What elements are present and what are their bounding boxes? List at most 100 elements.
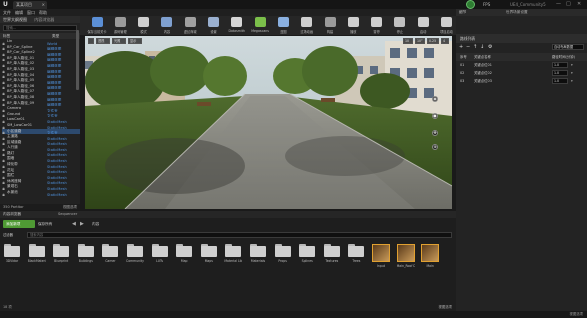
viewport-camera-icon[interactable]: ● <box>432 113 438 119</box>
move-up-icon[interactable]: ↑ <box>473 44 477 50</box>
route-section-header[interactable]: 路线列表 <box>456 34 587 43</box>
asset-folder[interactable]: 3DVidar <box>3 244 21 263</box>
asset-folder[interactable]: LUTs <box>151 244 169 263</box>
back-icon[interactable]: ◀ <box>72 220 76 228</box>
asset-label: LUTs <box>156 259 163 263</box>
asset-folder[interactable]: Community <box>126 244 144 263</box>
route-dropdown-icon[interactable]: ▾ <box>571 61 573 69</box>
viewport-zoom-icon[interactable]: ⊕ <box>432 144 438 150</box>
record-indicator-icon[interactable] <box>466 0 475 9</box>
camera-speed-button[interactable]: 4 <box>441 38 449 44</box>
menu-edit[interactable]: 编辑 <box>15 9 23 16</box>
asset-texture[interactable]: Main <box>421 244 440 268</box>
auto-layout-dropdown[interactable]: 自动布局数据 <box>552 44 584 50</box>
title-bar <box>0 0 587 9</box>
asset-folder[interactable]: Splines <box>298 244 316 263</box>
add-route-icon[interactable]: + <box>459 44 463 50</box>
forward-icon[interactable]: ▶ <box>80 220 84 228</box>
asset-folder[interactable]: Blueprint <box>52 244 70 263</box>
route-duration-input[interactable]: 1.0 <box>552 62 568 68</box>
route-dropdown-icon[interactable]: ▾ <box>571 77 573 85</box>
save-all-button[interactable]: 保存所有 <box>38 220 68 228</box>
toolbar-button-label: 源码管理 <box>113 30 127 34</box>
grid-snap-button[interactable]: 10 <box>403 38 413 44</box>
viewport-pan-icon[interactable]: ✥ <box>432 130 438 136</box>
outliner-scrollbar[interactable] <box>76 30 79 90</box>
outliner-search-input[interactable]: 搜索... <box>3 25 77 31</box>
remove-route-icon[interactable]: − <box>466 44 470 50</box>
route-dropdown-icon[interactable]: ▾ <box>571 69 573 77</box>
menu-window[interactable]: 窗口 <box>27 9 35 16</box>
toolbar-button-datasmith[interactable]: Datasmith <box>224 17 250 35</box>
add-new-button[interactable]: 添加新项 <box>3 220 35 228</box>
filters-button[interactable]: 过滤器 <box>3 232 25 238</box>
lit-mode-button[interactable]: 光照 <box>112 38 126 44</box>
asset-folder[interactable]: Map <box>175 244 193 263</box>
asset-folder[interactable]: Materials <box>249 244 267 263</box>
content-view-options[interactable]: 视图选项 <box>438 304 452 309</box>
rotation-snap-button[interactable]: 10° <box>415 38 425 44</box>
outliner-row[interactable]: ◉水景池StaticMesh <box>2 190 80 196</box>
toolbar-button-modes[interactable]: 模式 <box>131 17 157 35</box>
outliner-col-type[interactable]: 类型 <box>52 33 59 39</box>
content-search-input[interactable]: 搜索内容 <box>27 232 452 238</box>
toolbar-button-source-control[interactable]: 源码管理 <box>107 17 133 35</box>
toolbar-button-content[interactable]: 内容 <box>154 17 180 35</box>
asset-folder[interactable]: Props <box>274 244 292 263</box>
status-view-options[interactable]: 视图选项 <box>569 311 583 318</box>
tab-world-outliner[interactable]: 世界大纲视图 <box>3 17 27 22</box>
build-icon <box>324 17 336 27</box>
asset-folder[interactable]: Material Library <box>224 244 242 263</box>
asset-folder[interactable]: Trees <box>347 244 365 263</box>
toolbar-button-launch[interactable]: 启动 <box>410 17 436 35</box>
minimize-button[interactable]: — <box>556 1 561 8</box>
asset-texture[interactable]: Input <box>372 244 390 268</box>
tab-world-settings[interactable]: 世界场景设置 <box>506 9 528 16</box>
tab-content-browser-small[interactable]: 内容浏览器 <box>34 17 54 22</box>
tab-sequencer[interactable]: Sequencer <box>58 211 77 218</box>
toolbar-button-settings[interactable]: 设置 <box>201 17 227 35</box>
perspective-button[interactable]: 透视 <box>96 38 110 44</box>
asset-texture[interactable]: Main_Roof Data <box>396 244 415 268</box>
settings-icon[interactable]: ⚙ <box>488 44 492 50</box>
maximize-button[interactable]: □ <box>566 1 571 8</box>
content-toolbar: 添加新项 保存所有 ◀ ▶ 内容 <box>0 218 456 229</box>
folder-icon <box>348 244 365 257</box>
add-new-label: 添加新项 <box>6 222 21 226</box>
toolbar-button-build[interactable]: 构建 <box>317 17 343 35</box>
toolbar-button-play[interactable]: 播放 <box>340 17 366 35</box>
viewport-options-button[interactable] <box>88 38 94 44</box>
asset-folder[interactable]: Camer <box>101 244 119 263</box>
path-root[interactable]: 内容 <box>92 220 99 228</box>
toolbar-button-cinematics[interactable]: 过场动画 <box>294 17 320 35</box>
toolbar-button-marketplace[interactable]: 虚幻商城 <box>177 17 203 35</box>
menu-file[interactable]: 文件 <box>3 9 11 16</box>
toolbar-button-label: 过场动画 <box>300 30 314 34</box>
outliner-view-options[interactable]: 视图选项 <box>63 204 77 210</box>
tab-content-browser[interactable]: 内容浏览器 <box>3 211 21 218</box>
menu-help[interactable]: 帮助 <box>39 9 47 16</box>
toolbar-button-save[interactable]: 保存当前关卡 <box>84 17 110 35</box>
toolbar-button-pause[interactable]: 暂停 <box>364 17 390 35</box>
asset-folder[interactable]: Buildings <box>77 244 95 263</box>
outliner-col-label[interactable]: 标签 <box>3 34 10 38</box>
toolbar-button-stop[interactable]: 停止 <box>387 17 413 35</box>
show-button[interactable]: 显示 <box>128 38 142 44</box>
asset-folder[interactable]: Maps <box>200 244 218 263</box>
move-down-icon[interactable]: ↓ <box>480 44 484 50</box>
close-window-button[interactable]: ✕ <box>577 1 581 8</box>
viewport-orbit-icon[interactable]: ◉ <box>432 96 438 102</box>
route-duration-input[interactable]: 1.0 <box>552 78 568 84</box>
level-tab[interactable]: 某某项目 × <box>13 1 47 9</box>
toolbar-button-megascans[interactable]: Megascans <box>247 17 273 35</box>
route-duration-input[interactable]: 1.0 <box>552 70 568 76</box>
scale-snap-button[interactable]: 0.25 <box>427 38 439 44</box>
asset-label: Map <box>180 259 188 263</box>
asset-folder[interactable]: Textures <box>323 244 341 263</box>
close-tab-icon[interactable]: × <box>42 1 45 9</box>
content-filter-row: 过滤器 搜索内容 <box>3 232 453 239</box>
level-viewport[interactable]: 透视 光照 显示 10 10° 0.25 4 ◉ ● ✥ ⊕ <box>85 36 452 209</box>
tab-details[interactable]: 细节 <box>459 9 466 16</box>
asset-folder[interactable]: BlackMaterial <box>28 244 46 263</box>
toolbar-button-blueprint[interactable]: 蓝图 <box>270 17 296 35</box>
